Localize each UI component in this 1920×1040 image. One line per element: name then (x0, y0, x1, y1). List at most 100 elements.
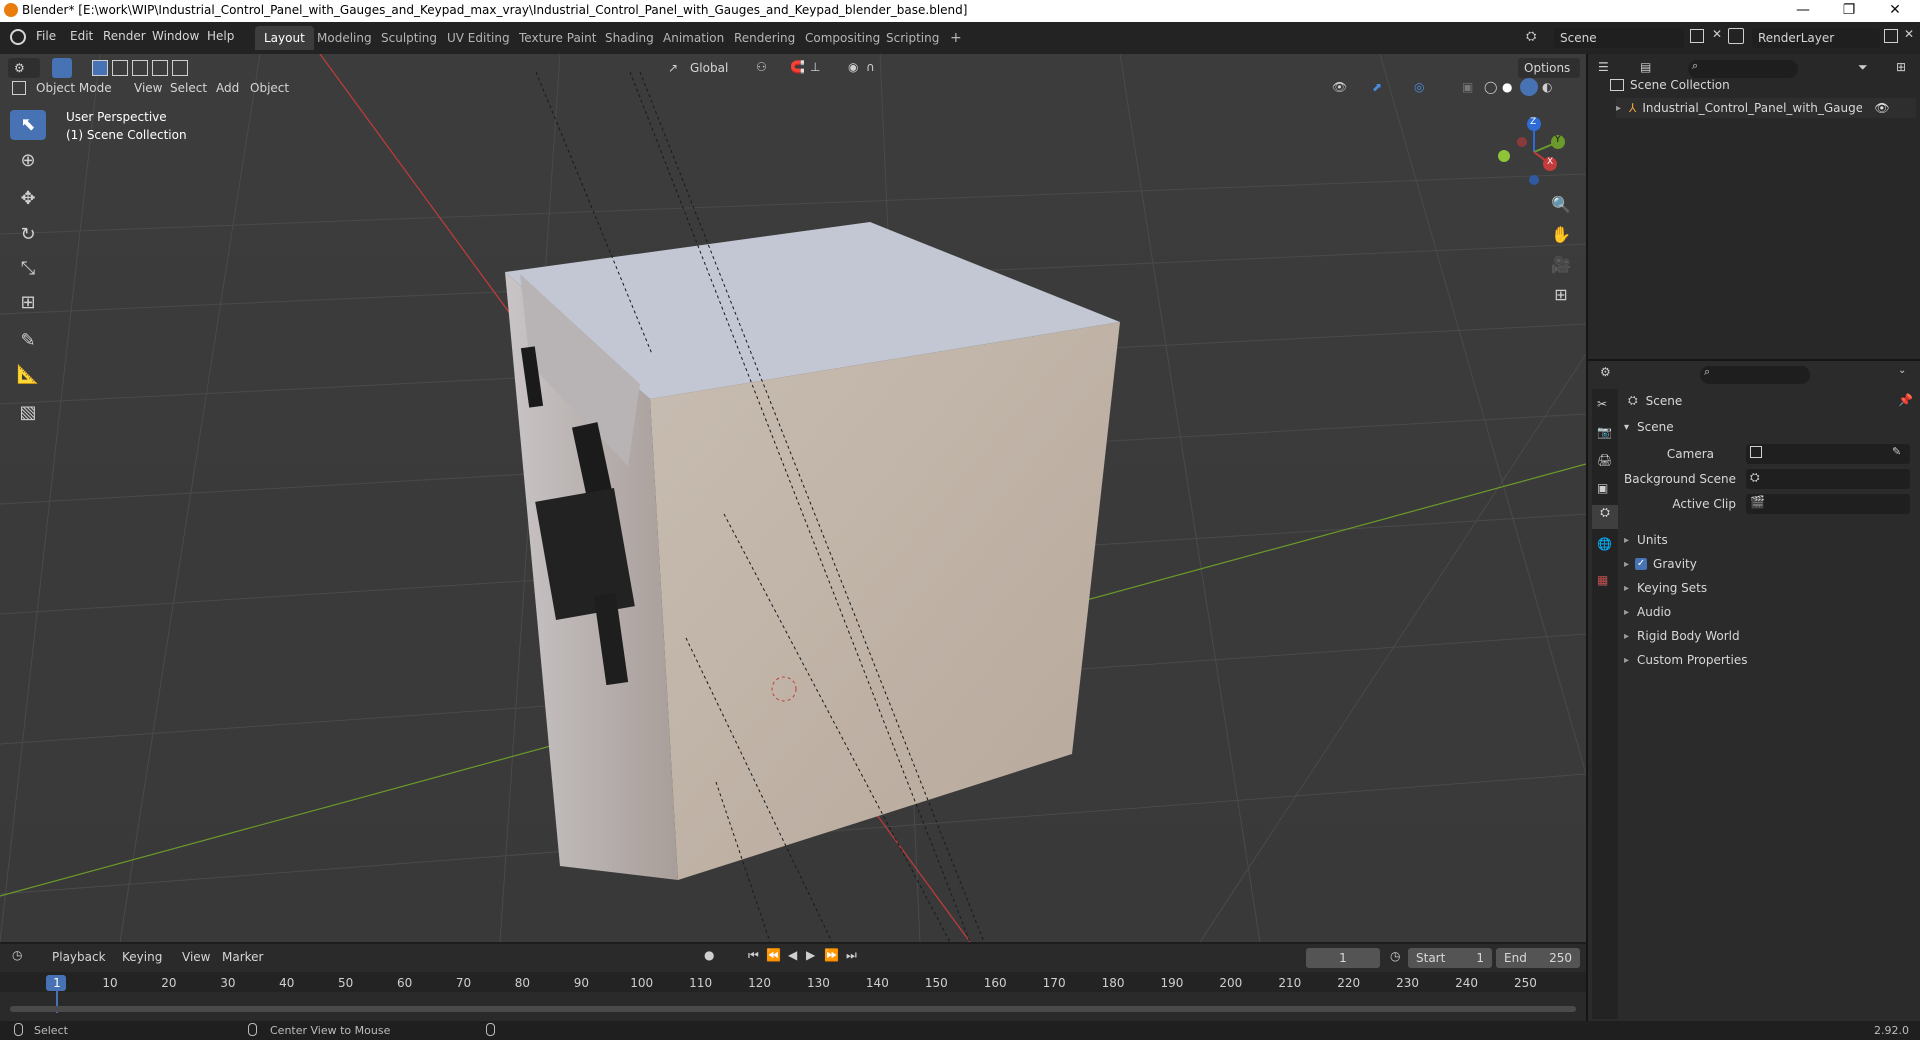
proportional-edit-icon[interactable]: ◉ (848, 60, 858, 74)
camera-field[interactable] (1746, 444, 1910, 464)
menu-help[interactable]: Help (207, 29, 234, 43)
jump-start-icon[interactable]: ⏮ (748, 948, 759, 963)
menu-edit[interactable]: Edit (70, 29, 93, 43)
current-frame-field[interactable]: 1 (1306, 948, 1380, 968)
gravity-checkbox[interactable]: ✓ (1635, 558, 1648, 570)
visibility-eye-icon[interactable]: 👁 (1874, 101, 1889, 115)
delete-scene-icon[interactable]: ✕ (1712, 27, 1722, 41)
cursor-tool-icon[interactable]: ⊕ (10, 146, 46, 176)
background-scene-field[interactable] (1746, 469, 1910, 489)
menu-object[interactable]: Object (244, 78, 295, 98)
outliner-item-row[interactable]: ▸ ⅄ Industrial_Control_Panel_with_Gauges… (1616, 98, 1916, 118)
render-layer-selector[interactable]: RenderLayer (1752, 28, 1880, 48)
play-icon[interactable]: ▶ (806, 948, 815, 962)
delete-render-layer-icon[interactable]: ✕ (1904, 27, 1914, 41)
area-divider-horizontal[interactable] (1588, 359, 1920, 361)
render-properties-icon[interactable]: 📷 (1597, 425, 1612, 439)
viewport-scene[interactable] (0, 54, 1586, 942)
scene-selector[interactable]: Scene (1554, 28, 1684, 48)
menu-keying[interactable]: Keying (116, 947, 168, 967)
menu-select[interactable]: Select (164, 78, 213, 98)
transform-orientation-dropdown[interactable]: Global (684, 58, 744, 78)
rotate-tool-icon[interactable]: ↻ (10, 220, 46, 250)
menu-playback[interactable]: Playback (46, 947, 112, 967)
3d-viewport[interactable]: ⚙ ↗ Global ⚇ 🧲 ⊥ ◉ ∩ Options Object Mode… (0, 54, 1586, 942)
tab-shading[interactable]: Shading (596, 26, 663, 50)
active-clip-field[interactable] (1746, 494, 1910, 514)
select-box-tool-icon[interactable]: ⬉ (10, 110, 46, 140)
scale-tool-icon[interactable]: ⤡ (10, 254, 46, 284)
pan-hand-icon[interactable]: ✋ (1548, 222, 1574, 248)
tab-layout[interactable]: Layout (255, 26, 314, 50)
play-reverse-icon[interactable]: ◀ (788, 948, 797, 962)
outliner-editor-type-icon[interactable]: ☰ (1598, 60, 1609, 74)
overlay-toggle-icon[interactable]: ◎ (1414, 80, 1424, 94)
tool-properties-icon[interactable]: ✂ (1597, 397, 1607, 411)
tab-uv-editing[interactable]: UV Editing (438, 26, 519, 50)
select-tool-icon[interactable] (52, 58, 72, 78)
measure-tool-icon[interactable]: 📐 (10, 360, 46, 390)
select-invert-icon[interactable] (152, 60, 168, 76)
start-frame-field[interactable]: Start 1 (1408, 948, 1492, 968)
panel-gravity[interactable]: ▸ ✓ Gravity (1624, 557, 1697, 571)
tab-scripting[interactable]: Scripting (877, 26, 948, 50)
tab-sculpting[interactable]: Sculpting (372, 26, 446, 50)
outliner-display-mode-icon[interactable]: ▤ (1640, 60, 1651, 74)
properties-editor-type-icon[interactable]: ⚙ (1600, 365, 1611, 379)
area-divider-vertical[interactable] (1586, 54, 1588, 1021)
add-workspace-button[interactable]: + (941, 26, 971, 50)
end-frame-field[interactable]: End 250 (1496, 948, 1580, 968)
outliner-root-row[interactable]: Scene Collection (1610, 78, 1730, 92)
panel-audio[interactable]: ▸ Audio (1624, 605, 1671, 619)
new-render-layer-icon[interactable] (1884, 29, 1898, 43)
menu-render[interactable]: Render (103, 29, 146, 43)
select-subtract-icon[interactable] (132, 60, 148, 76)
eyedropper-icon[interactable]: ✎ (1892, 445, 1901, 458)
timeline-scrollbar[interactable] (10, 1006, 1576, 1012)
annotate-tool-icon[interactable]: ✎ (10, 326, 46, 356)
blender-menu-icon[interactable] (10, 29, 26, 45)
menu-marker[interactable]: Marker (216, 947, 269, 967)
snap-target-icon[interactable]: ⊥ (810, 60, 820, 74)
menu-add[interactable]: Add (210, 78, 245, 98)
panel-rigid-body-world[interactable]: ▸ Rigid Body World (1624, 629, 1740, 643)
navigation-gizmo[interactable]: Z Y X (1490, 112, 1570, 192)
proportional-falloff-icon[interactable]: ∩ (866, 60, 875, 74)
properties-search-input[interactable] (1700, 366, 1810, 384)
select-extend-icon[interactable] (112, 60, 128, 76)
tab-animation[interactable]: Animation (654, 26, 733, 50)
transform-tool-icon[interactable]: ⊞ (10, 288, 46, 318)
ortho-toggle-icon[interactable]: ⊞ (1548, 282, 1574, 308)
output-properties-icon[interactable]: 🖨 (1597, 453, 1612, 467)
tab-rendering[interactable]: Rendering (725, 26, 804, 50)
tab-modeling[interactable]: Modeling (308, 26, 381, 50)
solid-shading-icon[interactable]: ● (1502, 80, 1512, 94)
jump-keyframe-back-icon[interactable]: ⏪ (766, 948, 781, 962)
record-icon[interactable]: ● (704, 948, 714, 962)
xray-toggle-icon[interactable]: ▣ (1462, 80, 1473, 94)
restore-button[interactable]: ❐ (1826, 0, 1872, 22)
world-properties-icon[interactable]: 🌐 (1597, 537, 1612, 551)
gizmo-toggle-icon[interactable]: ⬈ (1372, 80, 1382, 94)
pin-icon[interactable]: 📌 (1898, 393, 1913, 407)
menu-file[interactable]: File (36, 29, 56, 43)
rendered-shading-icon[interactable]: ◐ (1542, 80, 1552, 94)
move-tool-icon[interactable]: ✥ (10, 184, 46, 214)
minimize-button[interactable]: — (1780, 0, 1826, 22)
panel-custom-properties[interactable]: ▸ Custom Properties (1624, 653, 1747, 667)
editor-type-icon[interactable]: ⚙ (8, 58, 40, 78)
jump-end-icon[interactable]: ⏭ (846, 948, 857, 963)
menu-window[interactable]: Window (152, 29, 199, 43)
options-dropdown[interactable]: Options (1518, 58, 1580, 78)
tab-texture-paint[interactable]: Texture Paint (510, 26, 605, 50)
properties-options-chevron-icon[interactable]: ⌄ (1898, 365, 1906, 376)
new-collection-icon[interactable]: ⊞ (1896, 60, 1906, 74)
texture-properties-icon[interactable]: ▦ (1597, 573, 1608, 587)
pivot-point-icon[interactable]: ⚇ (756, 60, 767, 74)
close-button[interactable]: ✕ (1872, 0, 1918, 22)
expand-arrow-icon[interactable]: ▸ (1616, 103, 1621, 114)
panel-units[interactable]: ▸ Units (1624, 533, 1668, 547)
select-intersect-icon[interactable] (172, 60, 188, 76)
panel-keying-sets[interactable]: ▸ Keying Sets (1624, 581, 1707, 595)
filter-icon[interactable]: ⏷ (1858, 60, 1868, 75)
